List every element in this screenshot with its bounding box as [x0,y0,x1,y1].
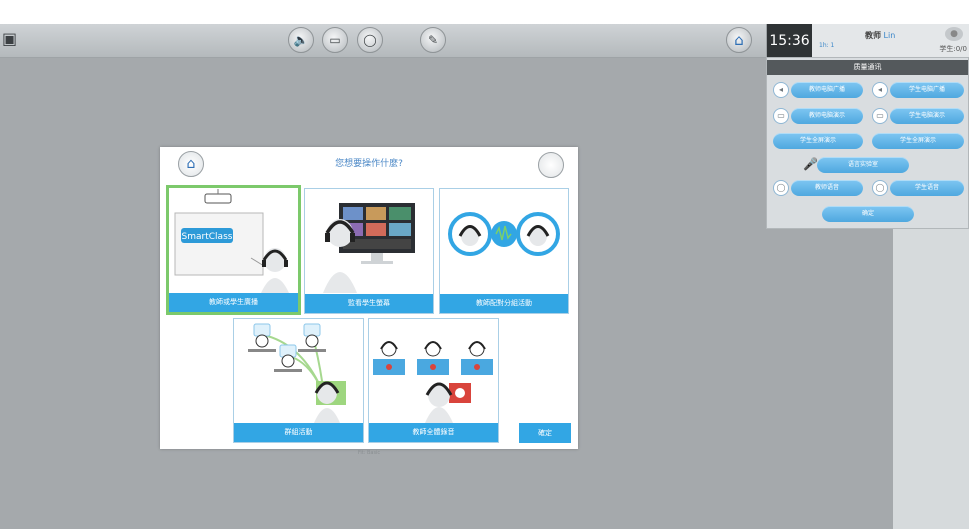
monitor-icon: ▭ [872,108,888,124]
broadcast-illustration: SmartClass [169,188,298,293]
monitor-illustration [305,189,433,294]
teacher-demo-button[interactable]: 教师电脑演示 [791,108,863,124]
student-demo-button[interactable]: 学生电脑演示 [890,108,964,124]
dialog-title: 您想要操作什麼? [335,159,403,169]
smartclass-logo-text: SmartClass [182,232,233,242]
card-label: 監看學生螢幕 [305,294,433,313]
card-label: 群組活動 [234,423,363,442]
ok-button[interactable]: 確定 [519,423,571,443]
student-broadcast-button[interactable]: 学生电脑广播 [890,82,964,98]
student-fullscreen-button-b[interactable]: 学生全屏演示 [872,133,964,149]
teacher-prefix: 教师 [865,31,881,40]
mouse-icon: ◯ [872,180,888,196]
status-header: 15:36 1h: 1 教师 Lin ● 学生:0/0 [766,24,969,57]
speaker-icon: ◂ [872,82,888,98]
clock: 15:36 [767,24,812,57]
card-broadcast[interactable]: SmartClass 教師或學生廣播 [166,185,301,315]
student-fullscreen-button-a[interactable]: 学生全屏演示 [773,133,863,149]
home-icon[interactable]: ⌂ [726,27,752,53]
session-info: 1h: 1 [819,42,835,49]
close-icon[interactable] [538,152,564,178]
card-label: 教師或學生廣播 [169,293,298,312]
pen-icon[interactable]: ✎ [420,27,446,53]
card-label: 教師配對分組活動 [440,294,568,313]
monitor-icon: ▭ [773,108,789,124]
card-record[interactable]: 教師全體錄音 [368,318,499,443]
control-panel: 质量通讯 ◂ 教师电脑广播 ◂ 学生电脑广播 ▭ 教师电脑演示 ▭ 学生电脑演示… [766,57,969,229]
card-monitor[interactable]: 監看學生螢幕 [304,188,434,314]
student-voice-button[interactable]: 学生语音 [890,180,964,196]
window-top-strip [0,0,969,24]
chat-icon[interactable]: ◯ [357,27,383,53]
group-illustration [234,319,363,423]
speaker-icon: ◂ [773,82,789,98]
record-illustration [369,319,498,423]
dialog-footer: Fit: Basic [357,450,381,456]
panel-confirm-button[interactable]: 确定 [822,206,914,222]
operation-dialog: ⌂ 您想要操作什麼? SmartClass 教師或學生廣播 監看學生螢幕 教師配… [160,147,578,456]
teacher-broadcast-button[interactable]: 教师电脑广播 [791,82,863,98]
avatar[interactable]: ● [945,27,963,41]
panel-title: 质量通讯 [767,60,968,75]
teacher-voice-button[interactable]: 教师语音 [791,180,863,196]
microphone-icon: 🎤 [803,157,818,171]
card-label: 教師全體錄音 [369,423,498,442]
mouse-icon: ◯ [773,180,789,196]
speaker-icon[interactable]: 🔈 [288,27,314,53]
computer-icon[interactable]: ▣ [2,29,18,51]
student-count: 学生:0/0 [939,45,967,53]
pair-illustration [440,189,568,294]
teacher-name: 教师 Lin [865,30,895,41]
language-lab-button[interactable]: 语言实验室 [817,157,909,173]
monitor-icon[interactable]: ▭ [322,27,348,53]
teacher-name-value: Lin [883,31,896,40]
card-group[interactable]: 群組活動 [233,318,364,443]
card-pair[interactable]: 教師配對分組活動 [439,188,569,314]
